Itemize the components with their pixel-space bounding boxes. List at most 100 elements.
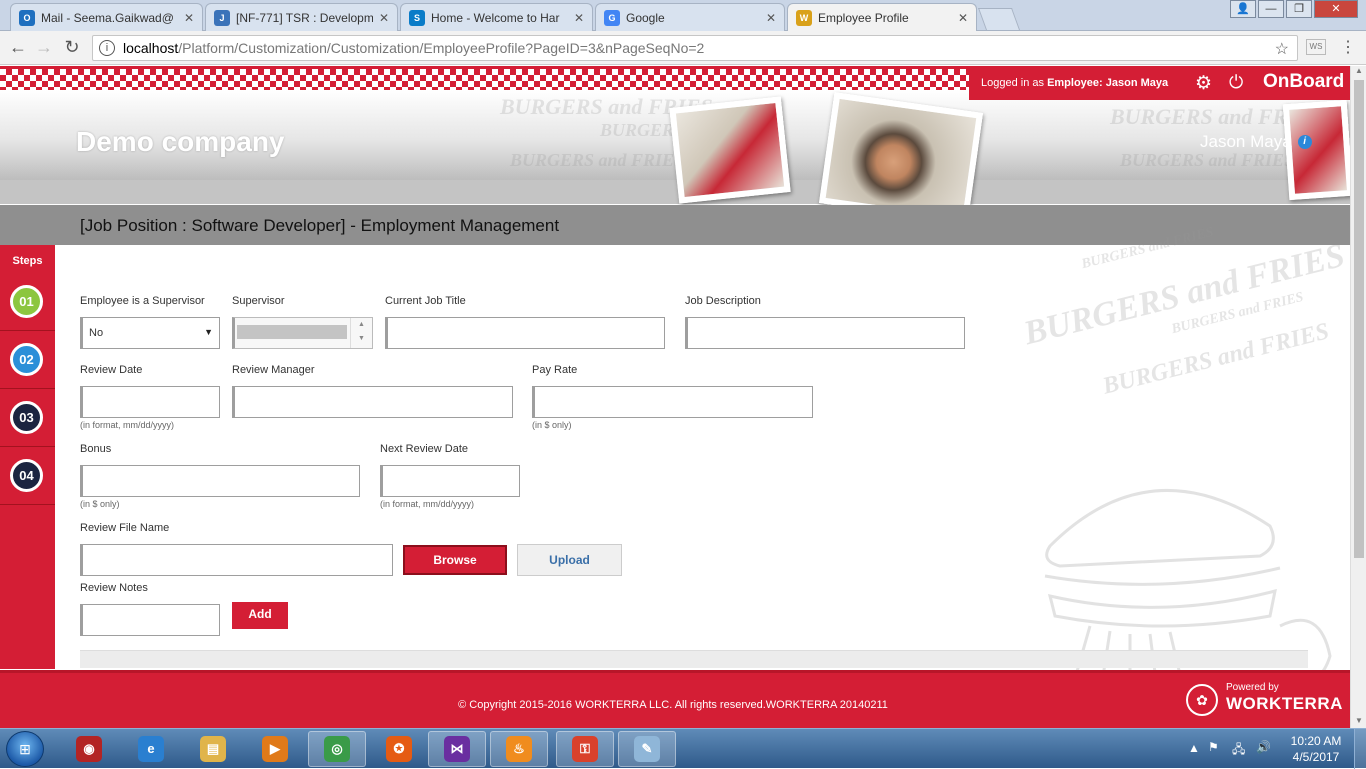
- tab-title: Google: [626, 10, 665, 25]
- pay-rate-input[interactable]: [532, 386, 813, 418]
- page-title: [Job Position : Software Developer] - Em…: [80, 216, 560, 235]
- next-review-date-input[interactable]: [380, 465, 520, 497]
- page-scrollbar[interactable]: ▲ ▼: [1350, 66, 1366, 728]
- browser-tab-mail[interactable]: O Mail - Seema.Gaikwad@ ✕: [10, 3, 203, 31]
- system-clock[interactable]: 10:20 AM 4/5/2017: [1288, 733, 1344, 765]
- step-01[interactable]: 01: [0, 273, 55, 331]
- visual-studio-icon[interactable]: ⋈: [428, 731, 486, 767]
- reload-icon[interactable]: ↻: [60, 37, 84, 58]
- extension-icon[interactable]: WS: [1306, 39, 1326, 55]
- site-info-icon[interactable]: i: [99, 40, 115, 56]
- job-description-label: Job Description: [685, 295, 761, 307]
- next-review-date-label: Next Review Date: [380, 443, 469, 455]
- content-bottom-bar: [80, 650, 1308, 668]
- browser-tab-google[interactable]: G Google ✕: [595, 3, 785, 31]
- app-notes-icon[interactable]: ✎: [618, 731, 676, 767]
- upload-button[interactable]: Upload: [517, 544, 622, 576]
- supervisor-flag-value: No: [89, 327, 104, 339]
- close-icon[interactable]: ✕: [574, 11, 584, 25]
- scroll-down-icon[interactable]: ▼: [1351, 716, 1366, 728]
- review-date-hint: (in format, mm/dd/yyyy): [80, 420, 175, 430]
- step-number: 04: [10, 459, 43, 492]
- workterra-logo-icon: ✿: [1186, 684, 1218, 716]
- powered-by-label: Powered by: [1226, 682, 1279, 693]
- scroll-up-icon[interactable]: ▲: [1351, 66, 1366, 78]
- web-page: BURGERS and FRIES BURGERS and FRIES BURG…: [0, 66, 1350, 728]
- close-icon[interactable]: ✕: [379, 11, 389, 25]
- chrome-icon[interactable]: ◎: [308, 731, 366, 767]
- show-hidden-icons-icon[interactable]: ▲: [1188, 741, 1200, 755]
- forward-arrow-icon[interactable]: →: [32, 37, 56, 58]
- tab-title: [NF-771] TSR : Developm: [236, 10, 373, 25]
- company-name: Demo company: [76, 126, 285, 157]
- review-file-input[interactable]: [80, 544, 393, 576]
- gear-icon[interactable]: ⚙: [1195, 72, 1212, 95]
- media-center-icon[interactable]: ◉: [60, 731, 118, 767]
- browser-menu-icon[interactable]: ⋮: [1340, 37, 1356, 57]
- supervisor-field[interactable]: ▲ ▼: [232, 317, 373, 349]
- checkered-border: [0, 66, 970, 90]
- steps-sidebar: Steps 01 02 03 04: [0, 245, 55, 669]
- review-notes-input[interactable]: [80, 604, 220, 636]
- window-close-button[interactable]: ✕: [1314, 0, 1358, 18]
- power-icon[interactable]: ⏻: [1229, 72, 1243, 93]
- app-key-icon[interactable]: ⚿: [556, 731, 614, 767]
- review-manager-input[interactable]: [232, 386, 513, 418]
- review-date-input[interactable]: [80, 386, 220, 418]
- start-button[interactable]: ⊞: [6, 731, 44, 767]
- close-icon[interactable]: ✕: [766, 11, 776, 25]
- tab-title: Employee Profile: [818, 11, 909, 25]
- user-profile-button[interactable]: 👤: [1230, 0, 1256, 18]
- browse-button[interactable]: Browse: [403, 545, 507, 575]
- add-button[interactable]: Add: [232, 602, 288, 629]
- network-icon[interactable]: 🖧: [1232, 740, 1245, 761]
- review-notes-label: Review Notes: [80, 582, 148, 594]
- close-icon[interactable]: ✕: [958, 11, 968, 25]
- internet-explorer-icon[interactable]: e: [122, 731, 180, 767]
- minimize-button[interactable]: —: [1258, 0, 1284, 18]
- clock-date: 4/5/2017: [1292, 750, 1340, 764]
- volume-icon[interactable]: 🔊: [1256, 740, 1271, 754]
- file-explorer-icon[interactable]: ▤: [184, 731, 242, 767]
- review-file-label: Review File Name: [80, 522, 170, 534]
- back-arrow-icon[interactable]: ←: [6, 37, 30, 58]
- media-player-icon[interactable]: ▶: [246, 731, 304, 767]
- jira-icon: J: [214, 9, 230, 26]
- restore-button[interactable]: ❐: [1286, 0, 1312, 18]
- supervisor-flag-select[interactable]: No ▼: [80, 317, 220, 349]
- powered-by-brand: WORKTERRA: [1226, 694, 1343, 713]
- action-center-icon[interactable]: ⚑: [1208, 740, 1219, 754]
- bonus-label: Bonus: [80, 443, 112, 455]
- browser-tab-sap[interactable]: S Home - Welcome to Har ✕: [400, 3, 593, 31]
- firefox-icon[interactable]: ✪: [370, 731, 428, 767]
- info-icon[interactable]: i: [1297, 135, 1312, 149]
- step-03[interactable]: 03: [0, 389, 55, 447]
- review-date-label: Review Date: [80, 364, 143, 376]
- user-toolbar: Logged in as Employee: Jason Maya ⚙ ⏻ On…: [969, 66, 1350, 100]
- show-desktop-button[interactable]: [1354, 729, 1366, 769]
- step-02[interactable]: 02: [0, 331, 55, 389]
- page-footer: © Copyright 2015-2016 WORKTERRA LLC. All…: [0, 670, 1350, 728]
- scrollbar-thumb[interactable]: [1354, 80, 1364, 558]
- review-manager-label: Review Manager: [232, 364, 315, 376]
- supervisor-label: Supervisor: [232, 295, 285, 307]
- app-flame-icon[interactable]: ♨: [490, 731, 548, 767]
- chevron-down-icon: ▼: [204, 327, 213, 337]
- job-description-input[interactable]: [685, 317, 965, 349]
- login-prefix: Logged in as: [981, 77, 1044, 89]
- job-title-input[interactable]: [385, 317, 665, 349]
- close-icon[interactable]: ✕: [184, 11, 194, 25]
- login-role: Employee:: [1047, 77, 1103, 89]
- bookmark-star-icon[interactable]: ☆: [1275, 39, 1289, 59]
- browser-tab-employee-profile[interactable]: W Employee Profile ✕: [787, 3, 977, 32]
- new-tab-button[interactable]: [977, 8, 1021, 30]
- content-watermark: BURGERS and FRIES: [1100, 318, 1332, 400]
- header-underband: [0, 180, 1350, 204]
- bonus-input[interactable]: [80, 465, 360, 497]
- spinner-arrows-icon[interactable]: ▲ ▼: [350, 318, 372, 348]
- clock-time: 10:20 AM: [1290, 734, 1342, 748]
- step-04[interactable]: 04: [0, 447, 55, 505]
- url-input[interactable]: i localhost/Platform/Customization/Custo…: [92, 35, 1298, 61]
- browser-tab-jira[interactable]: J [NF-771] TSR : Developm ✕: [205, 3, 398, 31]
- header-user: Jason Maya i: [1200, 132, 1312, 152]
